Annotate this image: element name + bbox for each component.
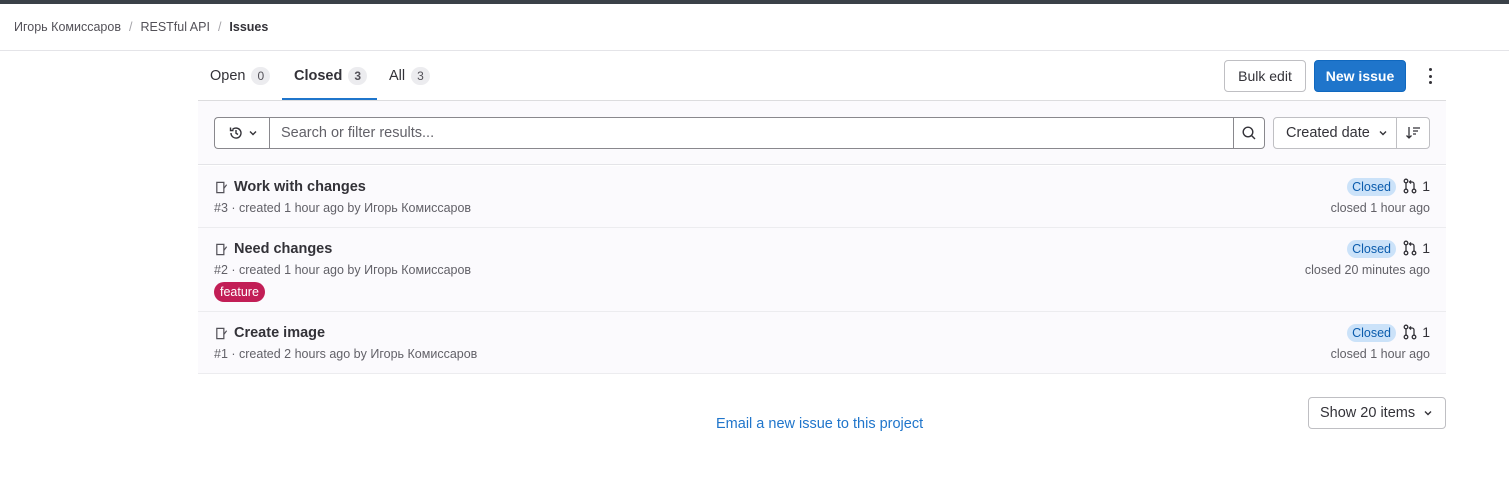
tab-closed[interactable]: Closed 3	[294, 52, 368, 100]
issue-closed-icon	[216, 327, 228, 339]
breadcrumb-issues[interactable]: Issues	[229, 20, 268, 34]
status-badge: Closed	[1347, 324, 1396, 342]
issue-row: Need changes #2 · created 1 hour ago by …	[198, 228, 1446, 312]
tab-all-count: 3	[411, 67, 430, 85]
tab-all[interactable]: All 3	[389, 52, 430, 100]
search-input[interactable]	[269, 117, 1234, 149]
issue-list: Work with changes #3 · created 1 hour ag…	[198, 166, 1446, 374]
filter-bar: Created date	[198, 101, 1446, 165]
mr-count: 1	[1422, 240, 1430, 256]
label-feature[interactable]: feature	[214, 282, 265, 302]
tab-closed-label: Closed	[294, 68, 343, 84]
new-issue-button[interactable]: New issue	[1314, 60, 1406, 92]
issue-title[interactable]: Need changes	[234, 241, 332, 257]
mr-count: 1	[1422, 178, 1430, 194]
issue-meta: #2 · created 1 hour ago by Игорь Комисса…	[214, 263, 472, 277]
recent-searches-button[interactable]	[214, 117, 270, 149]
merge-request-icon	[1403, 240, 1417, 256]
mr-count: 1	[1422, 324, 1430, 340]
merge-request-count[interactable]: 1	[1402, 178, 1430, 194]
closed-time: closed 1 hour ago	[1330, 201, 1430, 215]
closed-time: closed 20 minutes ago	[1304, 263, 1430, 277]
issue-closed-icon	[216, 181, 228, 193]
tab-closed-count: 3	[348, 67, 368, 85]
breadcrumb: Игорь Комиссаров / RESTful API / Issues	[0, 4, 1509, 51]
status-badge: Closed	[1347, 240, 1396, 258]
tab-open[interactable]: Open 0	[210, 52, 271, 100]
merge-request-icon	[1403, 178, 1417, 194]
issue-meta: #1 · created 2 hours ago by Игорь Комисс…	[214, 347, 478, 361]
sort-label: Created date	[1286, 125, 1370, 141]
ellipsis-vertical-icon[interactable]	[1420, 66, 1440, 86]
breadcrumb-separator: /	[128, 20, 133, 34]
tab-open-label: Open	[210, 68, 246, 84]
active-tab-indicator	[282, 98, 377, 100]
search-button[interactable]	[1233, 117, 1265, 149]
sort-direction-button[interactable]	[1396, 117, 1430, 149]
search-icon	[1242, 126, 1256, 140]
history-icon	[229, 127, 242, 139]
status-badge: Closed	[1347, 178, 1396, 196]
issue-row: Work with changes #3 · created 1 hour ag…	[198, 166, 1446, 228]
page-size-dropdown[interactable]: Show 20 items	[1308, 397, 1446, 429]
email-new-issue-link[interactable]: Email a new issue to this project	[716, 416, 923, 432]
issue-meta: #3 · created 1 hour ago by Игорь Комисса…	[214, 201, 472, 215]
merge-request-count[interactable]: 1	[1402, 240, 1430, 256]
tab-all-label: All	[389, 68, 406, 84]
sort-descending-icon	[1406, 127, 1420, 139]
chevron-down-icon	[1379, 131, 1387, 136]
page-size-label: Show 20 items	[1320, 405, 1416, 421]
tab-open-count: 0	[251, 67, 271, 85]
issue-state-tabs: Open 0 Closed 3 All 3 Bulk edit New issu…	[198, 52, 1446, 101]
merge-request-count[interactable]: 1	[1402, 324, 1430, 340]
chevron-down-icon	[249, 131, 256, 136]
issue-title[interactable]: Work with changes	[234, 179, 366, 195]
breadcrumb-project[interactable]: RESTful API	[140, 20, 209, 34]
issue-title[interactable]: Create image	[234, 325, 325, 341]
merge-request-icon	[1403, 324, 1417, 340]
issue-closed-icon	[216, 243, 228, 255]
bulk-edit-button[interactable]: Bulk edit	[1224, 60, 1306, 92]
issue-row: Create image #1 · created 2 hours ago by…	[198, 312, 1446, 374]
closed-time: closed 1 hour ago	[1330, 347, 1430, 361]
sort-dropdown[interactable]: Created date	[1273, 117, 1397, 149]
chevron-down-icon	[1424, 411, 1432, 416]
breadcrumb-user[interactable]: Игорь Комиссаров	[14, 20, 121, 34]
breadcrumb-separator: /	[217, 20, 222, 34]
